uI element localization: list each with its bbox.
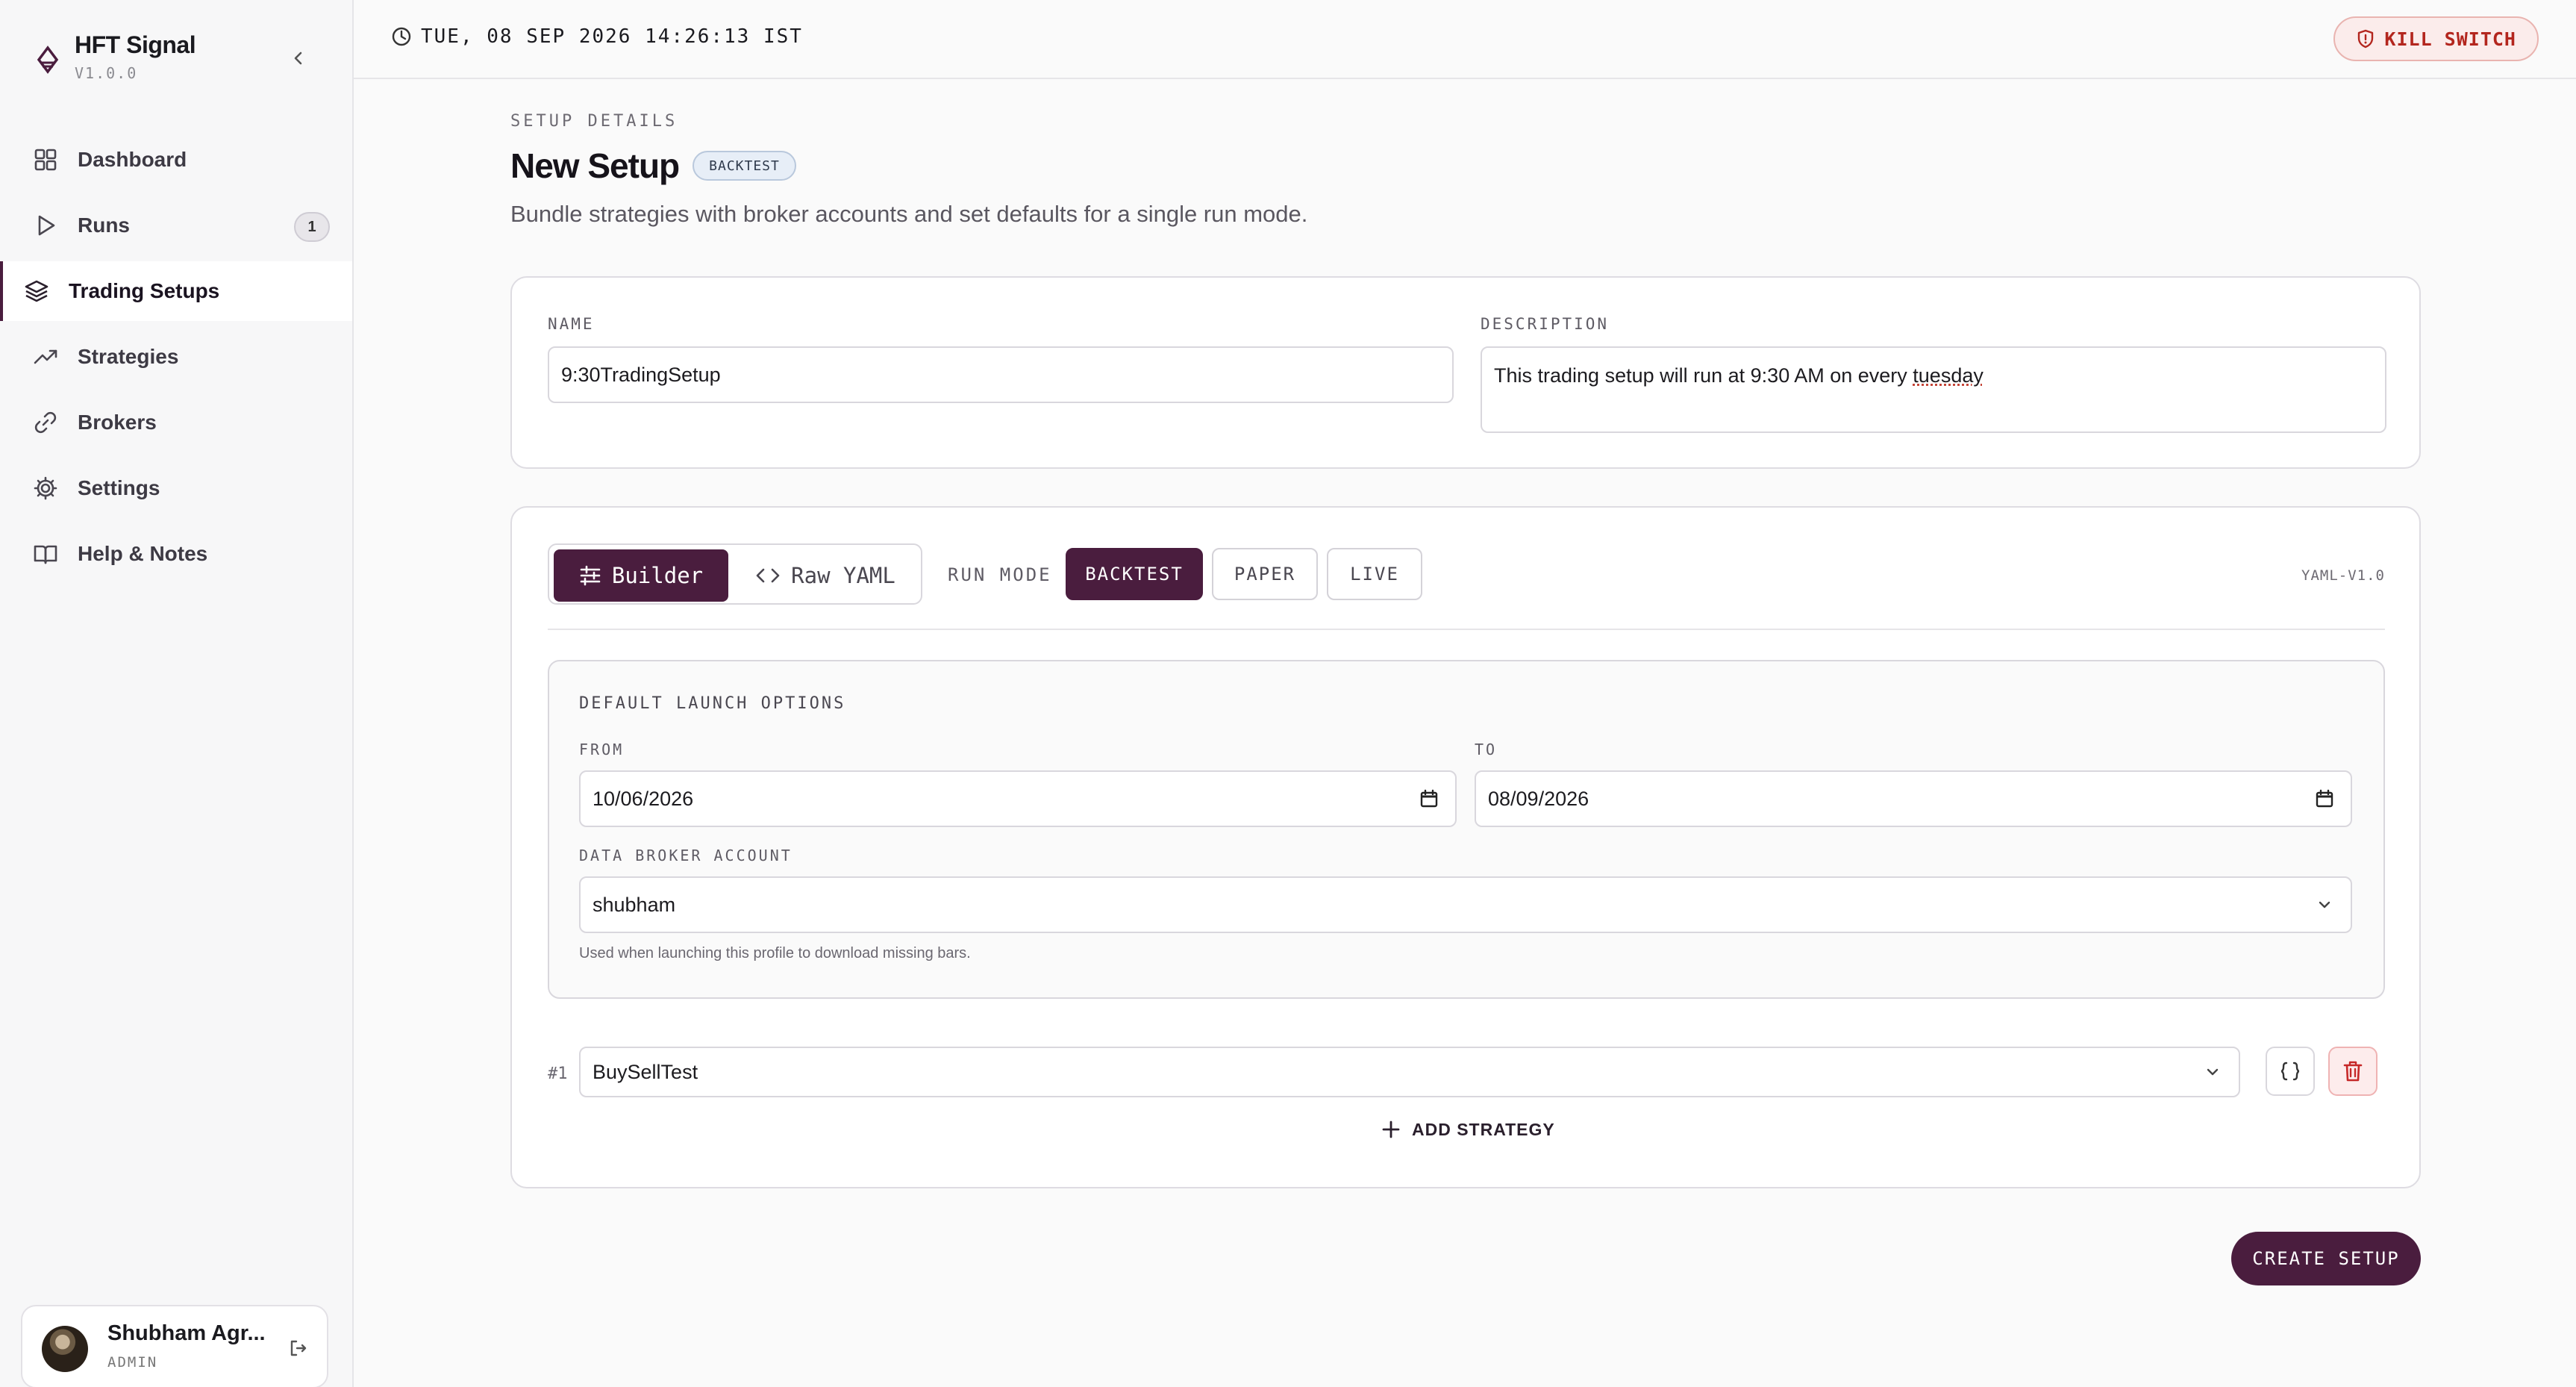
- name-input-value: 9:30TradingSetup: [561, 363, 721, 386]
- broker-select[interactable]: shubham: [579, 876, 2352, 933]
- from-date-input[interactable]: 10/06/2026: [579, 770, 1457, 827]
- collapse-sidebar-button[interactable]: [284, 43, 313, 73]
- play-icon: [38, 215, 55, 236]
- datetime-text: TUE, 08 SEP 2026 14:26:13 IST: [421, 25, 803, 48]
- sidebar-nav: Dashboard Runs 1 Trading Setups Strategi…: [0, 130, 352, 590]
- raw-yaml-tab[interactable]: Raw YAML: [736, 549, 915, 602]
- broker-hint: Used when launching this profile to down…: [579, 945, 971, 961]
- braces-icon: [2280, 1062, 2300, 1081]
- to-date-input[interactable]: 08/09/2026: [1475, 770, 2352, 827]
- mode-badge: BACKTEST: [693, 151, 796, 181]
- description-value: This trading setup will run at 9:30 AM o…: [1494, 364, 1983, 387]
- sidebar-item-label: Runs: [78, 213, 130, 237]
- strategy-select-value: BuySellTest: [593, 1060, 698, 1083]
- broker-select-value: shubham: [593, 893, 676, 916]
- create-setup-button[interactable]: CREATE SETUP: [2231, 1232, 2421, 1285]
- description-textarea[interactable]: This trading setup will run at 9:30 AM o…: [1481, 346, 2386, 433]
- to-date-value: 08/09/2026: [1488, 787, 1589, 810]
- sidebar-item-dashboard[interactable]: Dashboard: [0, 130, 352, 190]
- code-icon: [756, 568, 780, 583]
- kill-switch-label: KILL SWITCH: [2384, 28, 2516, 50]
- app-version: V1.0.0: [75, 64, 138, 82]
- spellcheck-word: tuesday: [1913, 364, 1983, 387]
- sidebar-item-brokers[interactable]: Brokers: [0, 393, 352, 452]
- logout-button[interactable]: [284, 1333, 313, 1363]
- sidebar-item-runs[interactable]: Runs 1: [0, 196, 352, 255]
- sidebar-item-label: Strategies: [78, 345, 179, 368]
- layers-icon: [25, 280, 49, 302]
- trending-up-icon: [34, 349, 57, 364]
- strategy-select[interactable]: BuySellTest: [579, 1047, 2240, 1097]
- launch-options-title: DEFAULT LAUNCH OPTIONS: [579, 694, 846, 713]
- divider: [548, 629, 2385, 630]
- from-date-value: 10/06/2026: [593, 787, 694, 810]
- description-label: DESCRIPTION: [1481, 315, 1610, 333]
- kill-switch-button[interactable]: KILL SWITCH: [2333, 16, 2539, 61]
- chevron-left-icon: [294, 52, 302, 65]
- to-label: TO: [1475, 741, 1498, 758]
- add-strategy-label: ADD STRATEGY: [1412, 1119, 1555, 1139]
- strategy-params-button[interactable]: [2266, 1047, 2315, 1096]
- sidebar-item-trading-setups[interactable]: Trading Setups: [0, 261, 352, 321]
- main-content: SETUP DETAILS New Setup BACKTEST Bundle …: [510, 112, 2421, 1285]
- editor-view-toggle: Builder Raw YAML: [548, 543, 922, 605]
- shield-alert-icon: [2358, 29, 2374, 49]
- sidebar-item-help-notes[interactable]: Help & Notes: [0, 524, 352, 584]
- run-mode-label: RUN MODE: [948, 564, 1052, 585]
- section-eyebrow: SETUP DETAILS: [510, 112, 678, 131]
- delete-strategy-button[interactable]: [2328, 1047, 2378, 1096]
- sidebar-item-label: Settings: [78, 476, 160, 499]
- logout-icon: [290, 1340, 307, 1356]
- logo-icon: [37, 46, 59, 74]
- sidebar-item-label: Dashboard: [78, 148, 187, 171]
- builder-card: Builder Raw YAML RUN MODE BACKTEST PAPER…: [510, 506, 2421, 1188]
- yaml-version: YAML-V1.0: [2301, 567, 2385, 584]
- chevron-down-icon: [2207, 1068, 2219, 1076]
- mode-backtest-button[interactable]: BACKTEST: [1066, 548, 1203, 600]
- user-card: Shubham Agr... ADMIN: [21, 1305, 328, 1387]
- description-value-text: This trading setup will run at 9:30 AM o…: [1494, 364, 1913, 387]
- mode-paper-button[interactable]: PAPER: [1212, 548, 1318, 600]
- grid-icon: [34, 149, 57, 171]
- strategy-index: #1: [548, 1065, 568, 1083]
- mode-live-button[interactable]: LIVE: [1327, 548, 1422, 600]
- builder-tab-label: Builder: [611, 563, 704, 588]
- top-bar: TUE, 08 SEP 2026 14:26:13 IST KILL SWITC…: [354, 0, 2576, 79]
- add-strategy-button[interactable]: ADD STRATEGY: [1381, 1111, 1555, 1148]
- calendar-icon[interactable]: [1419, 789, 1439, 808]
- app-name: HFT Signal: [75, 31, 196, 58]
- sidebar-item-label: Brokers: [78, 411, 157, 434]
- clock-icon: [392, 27, 411, 46]
- user-name: Shubham Agr...: [107, 1321, 266, 1345]
- plus-icon: [1382, 1120, 1400, 1138]
- trash-icon: [2343, 1061, 2363, 1082]
- sliders-icon: [580, 565, 601, 586]
- broker-label: DATA BROKER ACCOUNT: [579, 847, 793, 864]
- clock: TUE, 08 SEP 2026 14:26:13 IST: [391, 25, 803, 48]
- builder-tab[interactable]: Builder: [554, 549, 728, 602]
- sidebar-item-label: Help & Notes: [78, 542, 208, 565]
- gear-icon: [34, 476, 57, 500]
- name-input[interactable]: 9:30TradingSetup: [548, 346, 1454, 403]
- link-icon: [34, 411, 57, 434]
- launch-options-panel: DEFAULT LAUNCH OPTIONS FROM 10/06/2026 T…: [548, 660, 2385, 999]
- calendar-icon[interactable]: [2315, 789, 2334, 808]
- raw-yaml-tab-label: Raw YAML: [791, 563, 895, 588]
- sidebar-item-strategies[interactable]: Strategies: [0, 327, 352, 387]
- title-row: New Setup BACKTEST: [510, 144, 2421, 187]
- name-label: NAME: [548, 315, 595, 333]
- sidebar-item-label: Trading Setups: [69, 279, 220, 302]
- sidebar: HFT Signal V1.0.0 Dashboard Runs 1 Tradi…: [0, 0, 354, 1387]
- page-title: New Setup: [510, 146, 680, 185]
- book-icon: [34, 545, 57, 564]
- sidebar-item-settings[interactable]: Settings: [0, 458, 352, 518]
- chevron-down-icon: [2319, 901, 2330, 908]
- avatar[interactable]: [42, 1326, 88, 1372]
- user-role: ADMIN: [107, 1354, 158, 1371]
- page-subtitle: Bundle strategies with broker accounts a…: [510, 201, 1308, 227]
- from-label: FROM: [579, 741, 625, 758]
- details-card: NAME 9:30TradingSetup DESCRIPTION This t…: [510, 276, 2421, 469]
- runs-count-badge: 1: [294, 212, 330, 242]
